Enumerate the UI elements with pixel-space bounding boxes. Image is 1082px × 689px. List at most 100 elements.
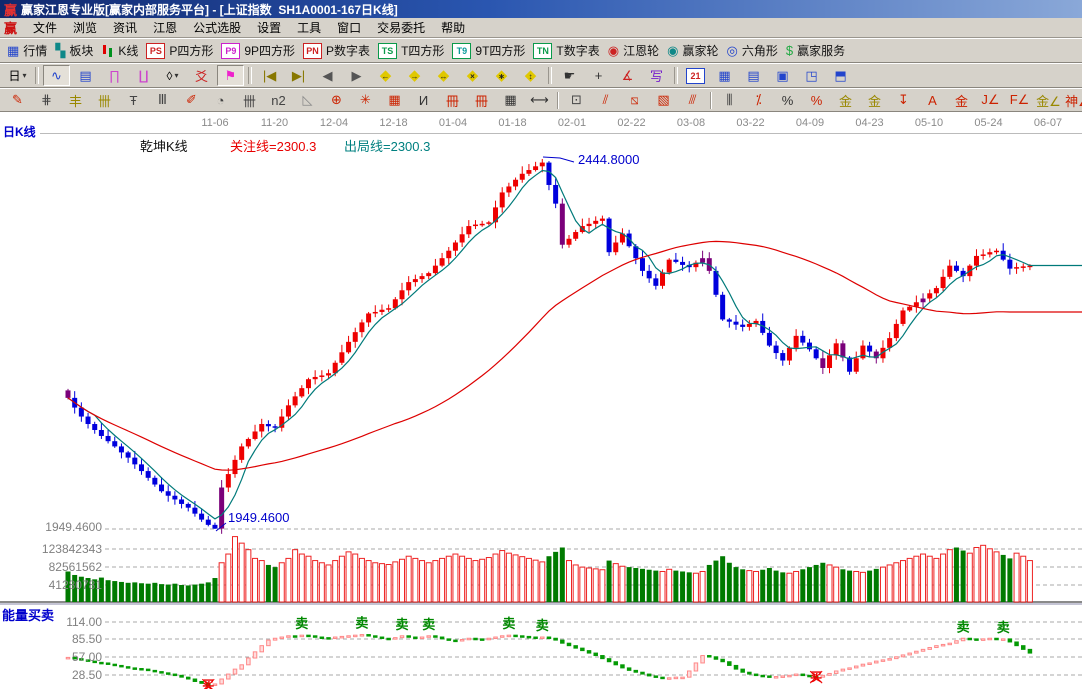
n2-grid-button[interactable]: n2 [265, 89, 292, 111]
frame-button[interactable]: ⊡ [563, 89, 590, 111]
shen-angle-button[interactable]: 神∠ [1064, 89, 1082, 111]
winner-wheel-button[interactable]: ◉ 赢家轮 [664, 40, 722, 61]
grid-dense-button[interactable]: 卌 [236, 89, 263, 111]
star-rays-button[interactable]: ✳ [352, 89, 379, 111]
candle-body [646, 270, 652, 279]
p-square-button[interactable]: PS P四方形 [143, 40, 217, 61]
first-page-button[interactable]: |◀ [256, 65, 283, 86]
period-selector-button[interactable]: 日 ▾ [4, 65, 31, 86]
crosshair-button[interactable]: + [585, 65, 612, 86]
hexagon-button[interactable]: ◎ 六角形 [723, 40, 781, 61]
calculator-button[interactable]: ▦ [711, 65, 738, 86]
indicator-bar [900, 654, 906, 658]
gold-tool-button[interactable]: 金 [948, 89, 975, 111]
child-window-icon[interactable]: 赢 [4, 18, 17, 37]
percent-button[interactable]: % [774, 89, 801, 111]
export-button[interactable]: ◳ [798, 65, 825, 86]
bars-down-button[interactable]: ∐ [130, 65, 157, 86]
package-button[interactable]: ⬒ [827, 65, 854, 86]
hand-tool-button[interactable]: ☛ [556, 65, 583, 86]
dynamic-wave-button[interactable]: ∿ [43, 65, 70, 86]
j-angle-button[interactable]: J∠ [977, 89, 1004, 111]
time-ruler-button[interactable]: Ⅲ [149, 89, 176, 111]
f-angle-button[interactable]: F∠ [1006, 89, 1033, 111]
hash-grid-button[interactable]: ⋕ [33, 89, 60, 111]
circle-cross-button[interactable]: ⊕ [323, 89, 350, 111]
red-grid-button[interactable]: 冊 [439, 89, 466, 111]
gold-circle-button[interactable]: 金 [832, 89, 859, 111]
9p-square-button[interactable]: P9 9P四方形 [218, 40, 299, 61]
info-list-button[interactable]: ▤ [72, 65, 99, 86]
calendar-button[interactable]: 21 [682, 65, 709, 86]
menu-window[interactable]: 窗口 [329, 18, 369, 37]
diamond-cross-button[interactable]: ◆ × [459, 65, 486, 86]
last-page-button[interactable]: ▶| [285, 65, 312, 86]
fan-tool-button[interactable]: ◺ [294, 89, 321, 111]
volume-bar [680, 571, 686, 602]
diamond-left-button[interactable]: ◆ ← [372, 65, 399, 86]
t-table-button[interactable]: TN T数字表 [530, 40, 603, 61]
pen-tool-button[interactable]: ✎ [4, 89, 31, 111]
diamond-hspan-button[interactable]: ◆ ↔ [430, 65, 457, 86]
p-table-button[interactable]: PN P数字表 [300, 40, 374, 61]
gann-grid-gold2-button[interactable]: 卌 [91, 89, 118, 111]
prev-button[interactable]: ◀ [314, 65, 341, 86]
gann-pattern-button[interactable]: 爻 [188, 65, 215, 86]
diamond-star-button[interactable]: ◆ ∗ [488, 65, 515, 86]
diamond-vspan-button[interactable]: ◆ ↕ [517, 65, 544, 86]
next-button[interactable]: ▶ [343, 65, 370, 86]
kline-button[interactable]: K线 [98, 40, 142, 61]
winner-service-button[interactable]: $ 赢家服务 [782, 40, 849, 61]
chart-area[interactable]: 11-06 11-20 12-04 12-18 01-04 01-18 02-01 02-22… [0, 112, 1082, 689]
zigzag-button[interactable]: И [410, 89, 437, 111]
percent-line-button[interactable]: % [803, 89, 830, 111]
volume-bar [599, 569, 606, 603]
candle-style-button[interactable]: ◊ ▾ [159, 65, 186, 86]
red-grid2-button[interactable]: 冊 [468, 89, 495, 111]
a-line-button[interactable]: A [919, 89, 946, 111]
quotes-button[interactable]: ▦ 行情 [4, 40, 51, 61]
spike-button[interactable]: ↧ [890, 89, 917, 111]
notepad-button[interactable]: ▤ [740, 65, 767, 86]
angle-measure-button[interactable]: ∡ [614, 65, 641, 86]
sectors-button[interactable]: ▚ 板块 [52, 40, 97, 61]
gann-clock-button[interactable]: ◔ [207, 89, 234, 111]
color-flag-button[interactable]: ⚑ [217, 65, 244, 86]
menu-settings[interactable]: 设置 [249, 18, 289, 37]
stats-panel-button[interactable]: ⫼ [716, 89, 743, 111]
black-grid-button[interactable]: ▦ [497, 89, 524, 111]
fan-lines-button[interactable]: ⫽ [592, 89, 619, 111]
t-square-button[interactable]: TS T四方形 [375, 40, 448, 61]
menu-help[interactable]: 帮助 [433, 18, 473, 37]
gold-line-button[interactable]: 金 [861, 89, 888, 111]
volume-bar [1026, 560, 1033, 603]
gold-angle-button[interactable]: 金∠ [1035, 89, 1062, 111]
gann-wheel-button[interactable]: ◉ 江恩轮 [604, 40, 663, 61]
percent-strike-button[interactable]: ⁒ [745, 89, 772, 111]
9t-square-button[interactable]: T9 9T四方形 [449, 40, 529, 61]
menu-file[interactable]: 文件 [25, 18, 65, 37]
menu-tools[interactable]: 工具 [289, 18, 329, 37]
bars-up-button[interactable]: ∏ [101, 65, 128, 86]
first-page-icon: |◀ [262, 67, 277, 83]
brush-tool-button[interactable]: ✐ [178, 89, 205, 111]
gann-grid-gold-button[interactable]: 丰 [62, 89, 89, 111]
candle-body [159, 484, 165, 492]
menu-formula-stockpick[interactable]: 公式选股 [185, 18, 249, 37]
menu-trade[interactable]: 交易委托 [369, 18, 433, 37]
candle-body [827, 355, 833, 368]
diamond-right-button[interactable]: ◆ → [401, 65, 428, 86]
monitor-button[interactable]: ▣ [769, 65, 796, 86]
price-ruler-button[interactable]: Ŧ [120, 89, 147, 111]
multi-line-button[interactable]: ⫻ [679, 89, 706, 111]
menu-browse[interactable]: 浏览 [65, 18, 105, 37]
menu-gann[interactable]: 江恩 [145, 18, 185, 37]
dual-fan-button[interactable]: ⧅ [621, 89, 648, 111]
candle-body [900, 310, 906, 324]
gann-write-button[interactable]: 写 [643, 65, 670, 86]
grid-fan-button[interactable]: ▧ [650, 89, 677, 111]
menu-news[interactable]: 资讯 [105, 18, 145, 37]
span-arrow-button[interactable]: ⟷ [526, 89, 553, 111]
volume-axis-label-3: 41280781 [48, 578, 102, 592]
square-rays-button[interactable]: ▦ [381, 89, 408, 111]
